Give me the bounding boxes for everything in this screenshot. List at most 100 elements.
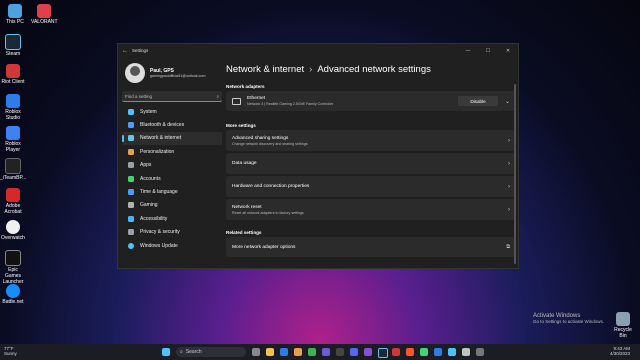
battlenet-icon	[6, 284, 20, 298]
app-icon[interactable]	[336, 348, 344, 356]
discord-icon[interactable]	[350, 348, 358, 356]
desktop-icon-epic-games[interactable]: Epic Games Launcher	[0, 250, 26, 285]
sidebar-item-windows-update[interactable]: Windows Update	[122, 239, 222, 252]
profile[interactable]: Paul, GPS gamingpaulofficial11@outlook.c…	[122, 60, 222, 86]
more-network-adapter-options-item[interactable]: More network adapter options ⧉	[226, 237, 516, 257]
file-icon	[5, 158, 21, 174]
roblox-studio-icon	[6, 94, 20, 108]
chevron-down-icon[interactable]: ⌄	[505, 98, 510, 105]
back-arrow-icon[interactable]: ←	[118, 48, 132, 54]
system-icon	[128, 108, 134, 115]
brush-icon	[128, 148, 134, 155]
app-icon[interactable]	[448, 348, 456, 356]
riot-icon	[6, 64, 20, 78]
advanced-sharing-settings-item[interactable]: Advanced sharing settings Change network…	[226, 130, 516, 151]
breadcrumb-separator: ›	[309, 63, 313, 75]
sidebar-item-privacy[interactable]: Privacy & security	[122, 226, 222, 239]
sidebar-item-network[interactable]: Network & internet	[122, 131, 222, 146]
store-icon[interactable]	[294, 348, 302, 356]
section-network-adapters: Network adapters	[226, 84, 265, 89]
avatar	[125, 63, 145, 83]
task-view-icon[interactable]	[252, 348, 260, 356]
breadcrumb-parent[interactable]: Network & internet	[226, 64, 304, 75]
close-button[interactable]: ✕	[498, 48, 518, 54]
item-subtitle: Change network discovery and sharing set…	[232, 141, 308, 146]
hardware-connection-properties-item[interactable]: Hardware and connection properties ›	[226, 176, 516, 197]
app-icon[interactable]	[364, 348, 372, 356]
desktop-icon-roblox-studio[interactable]: Roblox Studio	[0, 94, 26, 121]
desktop-icon-recycle-bin[interactable]: Recycle Bin	[610, 312, 636, 339]
desktop-icon-overwatch[interactable]: Overwatch	[0, 220, 26, 241]
chrome-icon[interactable]	[308, 348, 316, 356]
brave-icon[interactable]	[406, 348, 414, 356]
person-icon	[128, 175, 134, 182]
taskbar-search[interactable]: ⌕ Search	[176, 347, 246, 357]
app-icon[interactable]	[322, 348, 330, 356]
desktop-icon-iteambp[interactable]: _iTeamBP...	[0, 158, 26, 181]
sidebar-item-time-language[interactable]: Time & language	[122, 185, 222, 198]
chevron-right-icon: ›	[508, 206, 510, 213]
roblox-icon	[6, 126, 20, 140]
app-icon[interactable]	[420, 348, 428, 356]
search-input[interactable]: Find a setting ⌕	[122, 91, 222, 102]
steam-icon[interactable]	[378, 348, 388, 358]
app-icon[interactable]	[392, 348, 400, 356]
browser-icon[interactable]	[280, 348, 288, 356]
desktop-icon-roblox-player[interactable]: Roblox Player	[0, 126, 26, 153]
weather-desc: Sunny	[4, 351, 17, 356]
minimize-button[interactable]: —	[458, 48, 478, 54]
desktop-icon-steam[interactable]: Steam	[0, 34, 26, 57]
settings-window: ← Settings — ☐ ✕ Paul, GPS gamingpauloff…	[117, 43, 519, 269]
external-link-icon: ⧉	[506, 244, 510, 250]
item-subtitle: Reset all network adapters to factory se…	[232, 210, 304, 215]
data-usage-item[interactable]: Data usage ›	[226, 153, 516, 174]
sidebar: Paul, GPS gamingpaulofficial11@outlook.c…	[122, 60, 222, 252]
weather-widget[interactable]: 77°F Sunny	[4, 346, 17, 356]
steam-icon	[5, 34, 21, 50]
network-reset-item[interactable]: Network reset Reset all network adapters…	[226, 199, 516, 220]
item-title: Data usage	[232, 161, 257, 166]
desktop-icon-this-pc[interactable]: This PC	[2, 4, 28, 25]
overwatch-icon	[6, 220, 20, 234]
settings-gear-icon[interactable]	[476, 348, 484, 356]
chevron-right-icon: ›	[508, 160, 510, 167]
system-clock[interactable]: 9:43 AM 4/30/2023	[610, 346, 630, 356]
ethernet-adapter-card[interactable]: Ethernet Network 4 | Realtek Gaming 2.5G…	[226, 91, 516, 111]
desktop-icon-battlenet[interactable]: Battle.net	[0, 284, 26, 305]
desktop-icon-adobe-acrobat[interactable]: Adobe Acrobat	[0, 188, 26, 215]
desktop-icon-riot-client[interactable]: Riot Client	[0, 64, 26, 85]
sidebar-item-system[interactable]: System	[122, 105, 222, 118]
scrollbar[interactable]	[514, 84, 516, 264]
computer-icon	[8, 4, 22, 18]
activate-windows-watermark: Activate Windows Go to Settings to activ…	[533, 313, 604, 324]
sidebar-item-bluetooth[interactable]: Bluetooth & devices	[122, 118, 222, 131]
section-more-settings: More settings	[226, 123, 256, 128]
app-icon[interactable]	[434, 348, 442, 356]
item-title: More network adapter options	[232, 244, 296, 250]
start-icon[interactable]	[162, 348, 170, 356]
window-title: Settings	[132, 48, 149, 53]
wifi-icon	[128, 135, 134, 142]
search-placeholder: Find a setting	[125, 93, 153, 99]
acrobat-icon	[6, 188, 20, 202]
sidebar-item-accessibility[interactable]: Accessibility	[122, 212, 222, 225]
update-icon	[128, 242, 134, 249]
recycle-bin-icon	[616, 312, 630, 326]
chevron-right-icon: ›	[508, 137, 510, 144]
clock-date: 4/30/2023	[609, 351, 630, 356]
breadcrumb: Network & internet › Advanced network se…	[226, 60, 516, 78]
app-icon[interactable]	[462, 348, 470, 356]
file-explorer-icon[interactable]	[266, 348, 274, 356]
valorant-icon	[37, 4, 51, 18]
desktop-icon-valorant[interactable]: VALORANT	[31, 4, 58, 25]
disable-button[interactable]: Disable	[458, 96, 498, 106]
apps-icon	[128, 162, 134, 169]
sidebar-item-personalization[interactable]: Personalization	[122, 145, 222, 158]
sidebar-item-gaming[interactable]: Gaming	[122, 199, 222, 212]
sidebar-item-apps[interactable]: Apps	[122, 159, 222, 172]
maximize-button[interactable]: ☐	[478, 48, 498, 54]
section-related-settings: Related settings	[226, 230, 262, 235]
adapter-description: Network 4 | Realtek Gaming 2.5GbE Family…	[247, 102, 334, 106]
activate-subtitle: Go to Settings to activate Windows.	[533, 319, 605, 324]
sidebar-item-accounts[interactable]: Accounts	[122, 172, 222, 185]
